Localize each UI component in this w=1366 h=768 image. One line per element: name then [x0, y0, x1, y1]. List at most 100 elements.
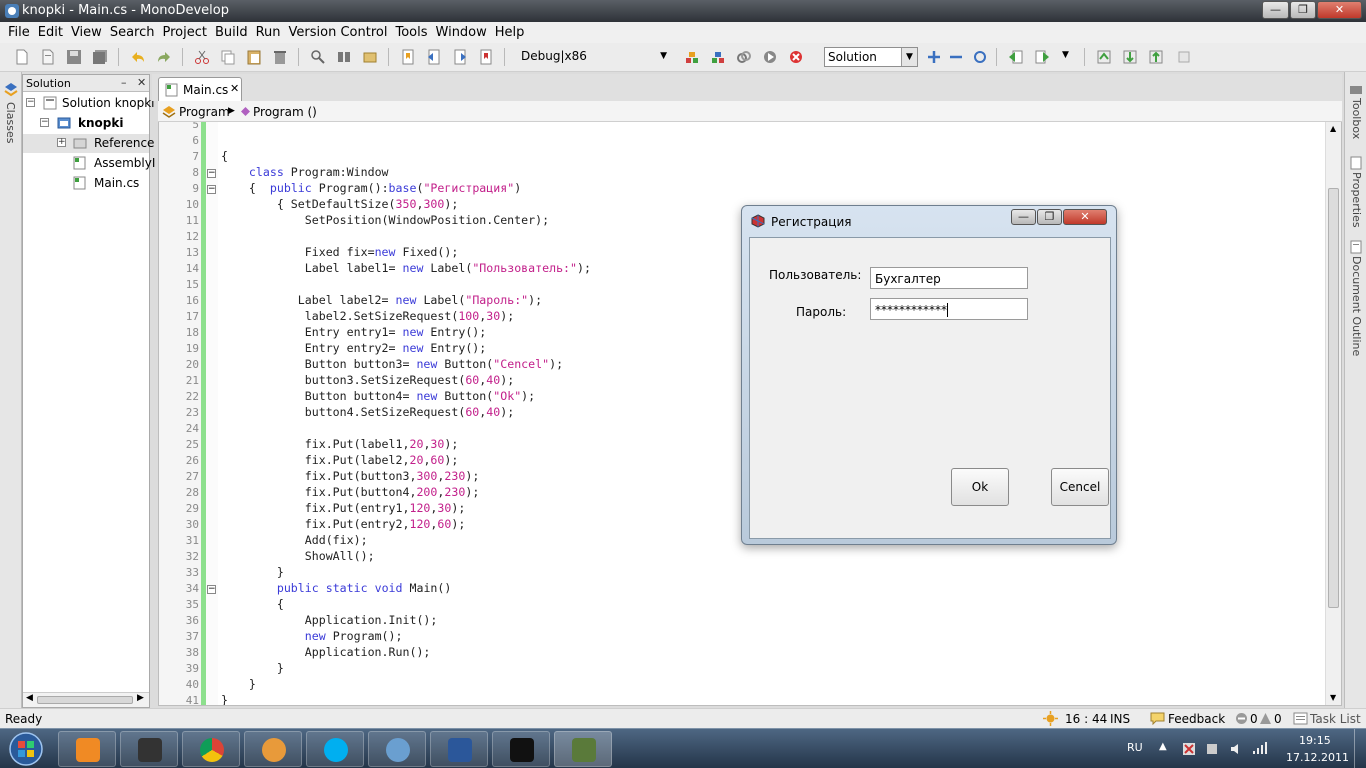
replace-icon[interactable] — [362, 49, 378, 65]
zoom-out-icon[interactable] — [948, 49, 964, 65]
classes-icon[interactable] — [3, 82, 19, 98]
network-icon[interactable] — [1252, 741, 1268, 755]
code-line[interactable]: class Program:Window — [221, 165, 389, 179]
find-icon[interactable] — [310, 49, 326, 65]
menu-window[interactable]: Window — [432, 22, 491, 40]
code-line[interactable]: fix.Put(label1,20,30); — [221, 437, 459, 451]
language-indicator[interactable]: RU — [1127, 741, 1143, 754]
dialog-minimize-button[interactable]: — — [1011, 209, 1036, 225]
menu-view[interactable]: View — [67, 22, 106, 40]
configuration-selector[interactable]: Debug|x86 ▼ — [518, 47, 670, 67]
task-list-link[interactable]: Task List — [1310, 712, 1361, 726]
menu-version-control[interactable]: Version Control — [285, 22, 392, 40]
fold-toggle-icon[interactable]: − — [207, 585, 216, 594]
taskbar-chrome[interactable] — [182, 731, 240, 767]
code-line[interactable]: } — [221, 565, 284, 579]
password-input[interactable]: ************ — [870, 298, 1028, 320]
zoom-fit-icon[interactable] — [972, 49, 988, 65]
stop-icon[interactable] — [788, 49, 804, 65]
collapse-icon[interactable]: − — [26, 98, 35, 107]
menu-run[interactable]: Run — [252, 22, 285, 40]
code-line[interactable]: public static void Main() — [221, 581, 452, 595]
code-line[interactable]: Application.Init(); — [221, 613, 438, 627]
new-file-icon[interactable] — [14, 49, 30, 65]
run-icon[interactable] — [762, 49, 778, 65]
undo-icon[interactable] — [130, 49, 146, 65]
attach-debugger-icon[interactable] — [736, 49, 752, 65]
taskbar-word[interactable] — [430, 731, 488, 767]
close-pad-icon[interactable]: ✕ — [137, 76, 146, 89]
taskbar-skype[interactable] — [306, 731, 364, 767]
menu-search[interactable]: Search — [106, 22, 159, 40]
code-line[interactable]: Button button4= new Button("Ok"); — [221, 389, 535, 403]
code-line[interactable]: Add(fix); — [221, 533, 368, 547]
code-line[interactable]: Label label2= new Label("Пароль:"); — [221, 293, 542, 307]
error-count[interactable]: 0 — [1250, 712, 1258, 726]
breadcrumb-method[interactable]: Program () — [253, 105, 317, 119]
code-line[interactable]: button4.SetSizeRequest(60,40); — [221, 405, 514, 419]
error-icon[interactable] — [1235, 712, 1248, 725]
code-line[interactable]: fix.Put(entry2,120,60); — [221, 517, 466, 531]
start-button[interactable] — [4, 731, 48, 767]
cut-icon[interactable] — [194, 49, 210, 65]
tab-main-cs[interactable]: Main.cs ✕ — [158, 77, 242, 101]
task-list-icon[interactable] — [1293, 712, 1308, 725]
code-line[interactable]: button3.SetSizeRequest(60,40); — [221, 373, 514, 387]
clock-time[interactable]: 19:15 — [1299, 734, 1331, 747]
code-line[interactable]: Entry entry1= new Entry(); — [221, 325, 487, 339]
fold-toggle-icon[interactable]: − — [207, 185, 216, 194]
code-line[interactable]: Fixed fix=new Fixed(); — [221, 245, 459, 259]
show-desktop-button[interactable] — [1354, 729, 1366, 768]
code-line[interactable]: fix.Put(button4,200,230); — [221, 485, 480, 499]
redo-icon[interactable] — [156, 49, 172, 65]
scroll-left-icon[interactable]: ◀ — [26, 693, 33, 703]
find-in-files-icon[interactable] — [336, 49, 352, 65]
code-line[interactable]: SetPosition(WindowPosition.Center); — [221, 213, 549, 227]
taskbar-console[interactable] — [492, 731, 550, 767]
code-line[interactable]: Button button3= new Button("Cencel"); — [221, 357, 563, 371]
taskbar-gadget[interactable] — [244, 731, 302, 767]
menu-help[interactable]: Help — [491, 22, 529, 40]
menu-project[interactable]: Project — [158, 22, 210, 40]
classes-pad-tab[interactable]: Classes — [4, 102, 17, 143]
tree-item-solution[interactable]: − Solution knopki — [23, 94, 155, 113]
code-line[interactable]: label2.SetSizeRequest(100,30); — [221, 309, 514, 323]
scroll-right-icon[interactable]: ▶ — [137, 693, 144, 703]
editor-vertical-scrollbar[interactable]: ▲ ▼ — [1325, 122, 1341, 705]
close-button[interactable]: ✕ — [1317, 1, 1362, 19]
code-line[interactable]: Label label1= new Label("Пользователь:")… — [221, 261, 591, 275]
navigate-forward-icon[interactable] — [1034, 49, 1050, 65]
debug-extra-icon[interactable] — [1176, 49, 1192, 65]
scroll-up-icon[interactable]: ▲ — [1330, 124, 1336, 133]
paste-icon[interactable] — [246, 49, 262, 65]
rebuild-icon[interactable] — [710, 49, 726, 65]
document-outline-pad-tab[interactable]: Document Outline — [1350, 256, 1363, 356]
code-line[interactable]: } — [221, 677, 256, 691]
dialog-maximize-button[interactable]: ❐ — [1037, 209, 1062, 225]
device-icon[interactable] — [1205, 742, 1219, 756]
menu-file[interactable]: File — [4, 22, 34, 40]
code-line[interactable]: { SetDefaultSize(350,300); — [221, 197, 459, 211]
pad-horizontal-scrollbar[interactable]: ◀ ▶ — [23, 692, 149, 707]
delete-icon[interactable] — [272, 49, 288, 65]
volume-icon[interactable] — [1229, 742, 1243, 756]
tree-item-references[interactable]: + Reference — [23, 134, 154, 153]
feedback-icon[interactable] — [1150, 712, 1165, 725]
scroll-down-icon[interactable]: ▼ — [1330, 693, 1336, 702]
feedback-link[interactable]: Feedback — [1168, 712, 1225, 726]
tree-item-project[interactable]: − knopki — [23, 114, 149, 133]
code-line[interactable]: ShowAll(); — [221, 549, 375, 563]
code-line[interactable]: { — [221, 597, 284, 611]
minimize-button[interactable]: — — [1262, 1, 1289, 19]
step-into-icon[interactable] — [1122, 49, 1138, 65]
tree-item-main-cs[interactable]: Main.cs — [23, 174, 149, 193]
dialog-close-button[interactable]: ✕ — [1063, 209, 1107, 225]
scrollbar-thumb[interactable] — [37, 696, 133, 704]
bookmark-next-icon[interactable] — [452, 49, 468, 65]
scrollbar-thumb[interactable] — [1328, 188, 1339, 608]
code-line[interactable]: fix.Put(button3,300,230); — [221, 469, 480, 483]
build-icon[interactable] — [684, 49, 700, 65]
taskbar-gtk-app[interactable] — [554, 731, 612, 767]
warning-icon[interactable] — [1259, 712, 1272, 725]
chevron-down-icon[interactable]: ▼ — [1062, 50, 1069, 60]
